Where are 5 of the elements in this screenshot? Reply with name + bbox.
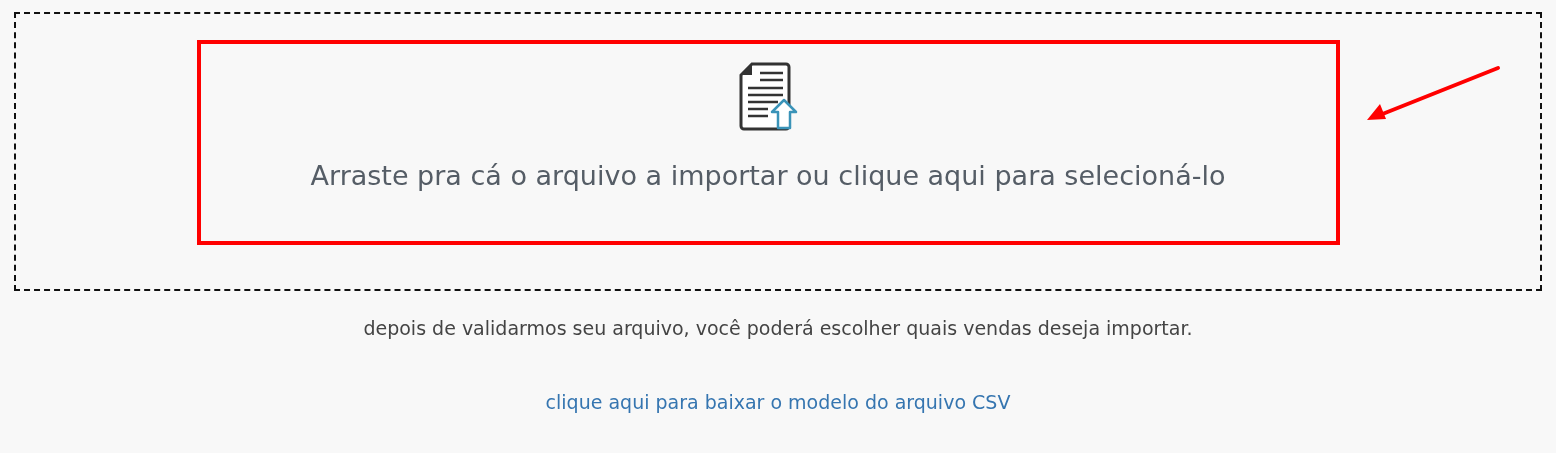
drop-zone[interactable]: Arraste pra cá o arquivo a importar ou clique aqui para selecioná-lo <box>14 12 1542 291</box>
hint-text: depois de validarmos seu arquivo, você poderá escolher quais vendas deseja importar. <box>363 317 1193 339</box>
file-upload-icon <box>738 60 798 132</box>
download-template-link[interactable]: clique aqui para baixar o modelo do arquivo CSV <box>545 391 1011 413</box>
drop-zone-label: Arraste pra cá o arquivo a importar ou clique aqui para selecioná-lo <box>310 160 1226 191</box>
